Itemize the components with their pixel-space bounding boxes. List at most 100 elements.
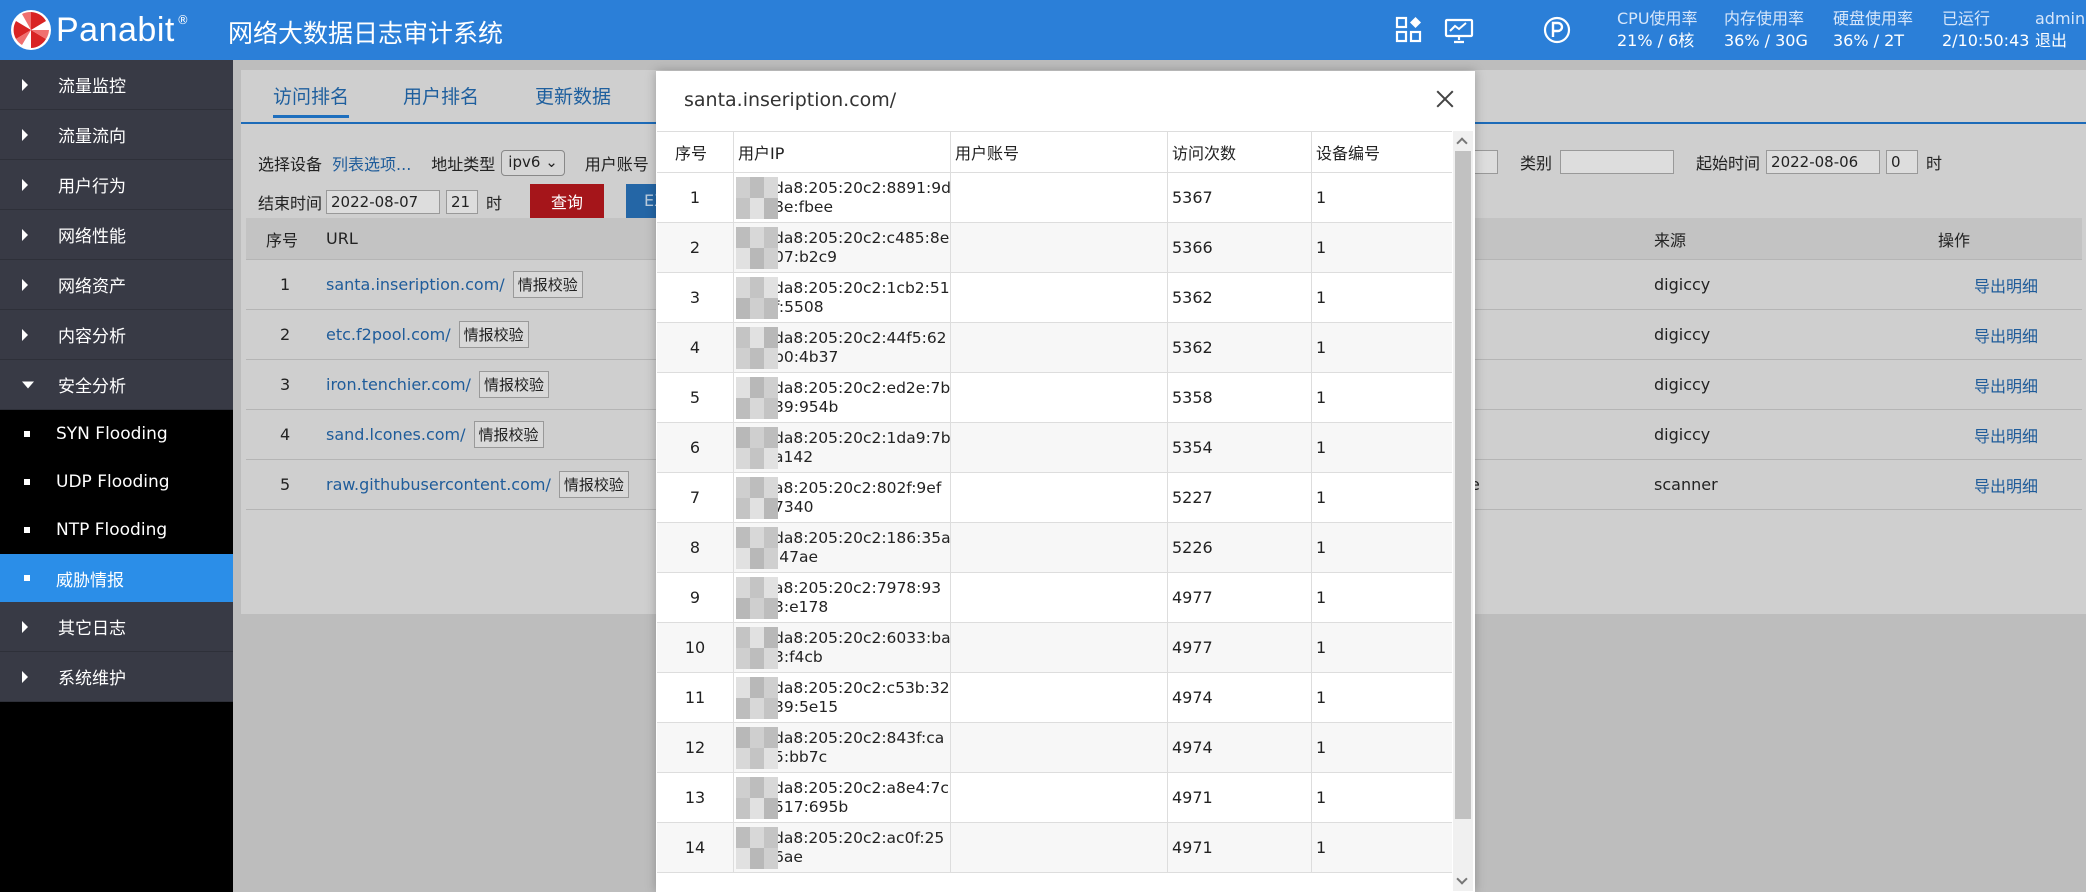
device-no-cell: 1 — [1316, 438, 1327, 457]
visit-count-cell: 4971 — [1168, 773, 1312, 822]
user-account-cell — [951, 673, 1168, 722]
ip-line-1: da8:205:20c2:ed2e:7b — [774, 378, 951, 397]
sidebar-subitem-udp-flooding[interactable]: UDP Flooding — [0, 458, 233, 506]
redacted-ip-mosaic — [736, 773, 784, 822]
user-account-cell — [951, 373, 1168, 422]
sidebar-item-label: 流量流向 — [58, 127, 126, 147]
redacted-ip-mosaic — [736, 823, 784, 872]
modal-scrollbar[interactable] — [1453, 131, 1473, 891]
visit-count-cell: 5362 — [1168, 273, 1312, 322]
cpu-value: 21% / 6核 — [1617, 31, 1695, 50]
category-input[interactable] — [1560, 150, 1675, 174]
visit-count-cell: 4977 — [1168, 573, 1312, 622]
presentation-icon[interactable] — [1443, 14, 1475, 46]
intel-check-button[interactable]: 情报校验 — [473, 421, 544, 448]
row-no: 11 — [657, 673, 734, 722]
row-no: 5 — [280, 475, 291, 494]
ip-line-2: 39:5e15 — [774, 697, 839, 716]
sidebar-subitem-ntp-flooding[interactable]: NTP Flooding — [0, 506, 233, 554]
ip-line-1: da8:205:20c2:843f:ca — [774, 728, 945, 747]
panabit-logo[interactable]: Panabit ® — [10, 8, 189, 52]
disk-label: 硬盘使用率 — [1833, 9, 1914, 28]
ip-line-1: da8:205:20c2:6033:ba — [774, 628, 951, 647]
sidebar-item-security-analysis[interactable]: 安全分析 — [0, 360, 233, 410]
end-date-input[interactable]: 2022-08-07 — [326, 190, 441, 214]
user-account-cell — [951, 323, 1168, 372]
tab-visit-ranking[interactable]: 访问排名 — [273, 82, 350, 118]
table-row: 1 da8:205:20c2:8891:9d 8e:fbee 5367 1 — [657, 173, 1452, 223]
url-link[interactable]: iron.tenchier.com/ — [326, 375, 471, 394]
start-time-label: 起始时间 — [1696, 154, 1761, 173]
source-cell: scanner — [1654, 475, 1718, 494]
bullet-icon — [24, 431, 30, 437]
redacted-ip-mosaic — [736, 373, 784, 422]
sidebar-item-label: 其它日志 — [58, 619, 126, 639]
sidebar-subitem-syn-flooding[interactable]: SYN Flooding — [0, 410, 233, 458]
visit-count-cell: 4977 — [1168, 623, 1312, 672]
device-no-cell: 1 — [1316, 288, 1327, 307]
export-detail-link[interactable]: 导出明细 — [1974, 260, 2038, 309]
user-ip-table: 序号 用户IP 用户账号 访问次数 设备编号 1 da8:205:20c2:889… — [657, 131, 1452, 891]
export-detail-link[interactable]: 导出明细 — [1974, 310, 2038, 359]
export-detail-link[interactable]: 导出明细 — [1974, 410, 2038, 459]
url-link[interactable]: santa.inseription.com/ — [326, 275, 505, 294]
url-link[interactable]: etc.f2pool.com/ — [326, 325, 451, 344]
memory-label: 内存使用率 — [1724, 9, 1805, 28]
visit-count-cell: 5227 — [1168, 473, 1312, 522]
sidebar-item-user-behavior[interactable]: 用户行为 — [0, 160, 233, 210]
uptime-value: 2/10:50:43 — [1942, 31, 2030, 50]
intel-check-button[interactable]: 情报校验 — [558, 471, 629, 498]
sidebar-item-label: 网络性能 — [58, 227, 126, 247]
table-header: 序号 用户IP 用户账号 访问次数 设备编号 — [657, 132, 1452, 173]
addr-type-select[interactable]: ipv6 ⌄ — [501, 150, 565, 176]
ip-line-1: da8:205:20c2:1da9:7b — [774, 428, 951, 447]
tab-update-data[interactable]: 更新数据 — [535, 82, 611, 109]
header-user-ip: 用户IP — [734, 132, 951, 172]
user-menu: admin 退出 — [2035, 8, 2085, 52]
url-link[interactable]: raw.githubusercontent.com/ — [326, 475, 551, 494]
sidebar-item-label: 网络资产 — [58, 277, 126, 297]
device-select[interactable]: 列表选项... — [332, 151, 411, 175]
sidebar-item-network-performance[interactable]: 网络性能 — [0, 210, 233, 260]
row-no: 1 — [280, 275, 291, 294]
sidebar-item-traffic-monitor[interactable]: 流量监控 — [0, 60, 233, 110]
scroll-down-arrow-icon[interactable] — [1456, 873, 1468, 885]
p-badge-icon[interactable] — [1541, 14, 1573, 46]
username[interactable]: admin — [2035, 8, 2085, 30]
export-detail-link[interactable]: 导出明细 — [1974, 360, 2038, 409]
sidebar-item-content-analysis[interactable]: 内容分析 — [0, 310, 233, 360]
sidebar-item-traffic-flow[interactable]: 流量流向 — [0, 110, 233, 160]
tab-user-ranking[interactable]: 用户排名 — [403, 82, 479, 109]
cpu-label: CPU使用率 — [1617, 9, 1698, 28]
intel-check-button[interactable]: 情报校验 — [512, 271, 583, 298]
logout-link[interactable]: 退出 — [2035, 30, 2085, 52]
query-button[interactable]: 查询 — [530, 184, 604, 218]
end-hour-input[interactable]: 21 — [446, 190, 479, 214]
row-no: 8 — [657, 523, 734, 572]
top-header: Panabit ® 网络大数据日志审计系统 CPU使用率 21% / 6核 内存… — [0, 0, 2086, 60]
url-cell: santa.inseription.com/情报校验 — [326, 260, 583, 309]
caret-right-icon — [22, 178, 28, 191]
sidebar-subitem-threat-intel[interactable]: 威胁情报 — [0, 554, 233, 602]
start-hour-input[interactable]: 0 — [1886, 150, 1919, 174]
url-link[interactable]: sand.lcones.com/ — [326, 425, 466, 444]
intel-check-button[interactable]: 情报校验 — [458, 321, 529, 348]
scroll-thumb[interactable] — [1455, 151, 1471, 819]
cpu-stat: CPU使用率 21% / 6核 — [1617, 8, 1698, 52]
scroll-up-arrow-icon[interactable] — [1456, 137, 1468, 149]
sidebar-item-other-logs[interactable]: 其它日志 — [0, 602, 233, 652]
header-no: 序号 — [657, 132, 734, 172]
ip-line-1: a8:205:20c2:802f:9ef — [774, 478, 942, 497]
redacted-ip-mosaic — [736, 673, 784, 722]
export-detail-link[interactable]: 导出明细 — [1974, 460, 2038, 509]
close-icon[interactable] — [1435, 89, 1455, 109]
device-no-cell: 1 — [1316, 638, 1327, 657]
app-grid-icon[interactable] — [1393, 14, 1425, 46]
start-date-input[interactable]: 2022-08-06 — [1766, 150, 1881, 174]
sidebar-item-network-assets[interactable]: 网络资产 — [0, 260, 233, 310]
intel-check-button[interactable]: 情报校验 — [478, 371, 549, 398]
sidebar-item-system-maintenance[interactable]: 系统维护 — [0, 652, 233, 702]
user-account-input[interactable] — [1474, 150, 1498, 174]
ip-line-2: 3:f4cb — [774, 647, 823, 666]
ip-line-2: 39:954b — [774, 397, 839, 416]
